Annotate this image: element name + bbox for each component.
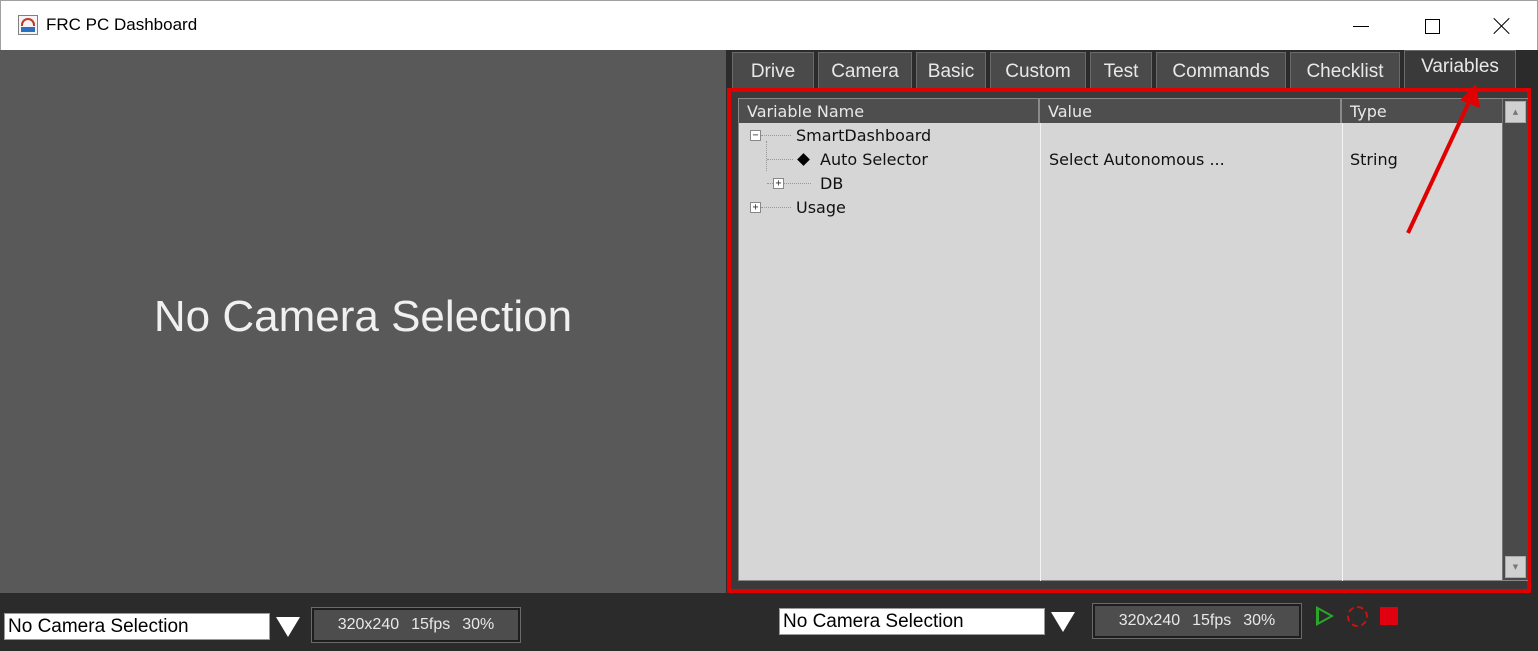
expand-icon[interactable]: +	[773, 178, 784, 189]
variable-type: String	[1350, 150, 1398, 169]
tab-basic[interactable]: Basic	[916, 52, 986, 90]
record-icon[interactable]	[1347, 606, 1368, 627]
app-icon	[18, 15, 38, 35]
leaf-diamond-icon	[797, 153, 810, 166]
table-header: Variable Name Value Type	[739, 99, 1502, 123]
column-header-name[interactable]: Variable Name	[739, 99, 1040, 123]
tree-row[interactable]: + Usage	[739, 195, 1502, 219]
dropdown-arrow-icon[interactable]	[276, 617, 300, 637]
tab-custom[interactable]: Custom	[990, 52, 1086, 90]
variable-name: SmartDashboard	[796, 126, 932, 145]
camera-settings-button-right[interactable]: 320x240 15fps 30%	[1092, 603, 1302, 639]
variable-value: Select Autonomous ...	[1049, 150, 1225, 169]
stop-icon[interactable]	[1380, 607, 1398, 625]
camera-select-right[interactable]: No Camera Selection	[779, 608, 1045, 635]
variable-name: Usage	[796, 198, 846, 217]
variable-name: DB	[820, 174, 844, 193]
camera-view-left: No Camera Selection	[0, 50, 726, 593]
tree-row[interactable]: + DB	[739, 171, 1502, 195]
minimize-button[interactable]	[1326, 1, 1396, 51]
tab-drive[interactable]: Drive	[732, 52, 814, 90]
tree-row[interactable]: − SmartDashboard	[739, 123, 1502, 147]
resolution-label: 320x240	[337, 616, 400, 633]
tab-test[interactable]: Test	[1090, 52, 1152, 90]
vertical-scrollbar[interactable]: ▲ ▼	[1502, 99, 1528, 580]
variable-name: Auto Selector	[820, 150, 928, 169]
maximize-button[interactable]	[1397, 1, 1467, 51]
fps-label: 15fps	[411, 616, 451, 633]
minimize-icon	[1353, 25, 1369, 27]
window-title: FRC PC Dashboard	[46, 15, 198, 34]
resolution-label: 320x240	[1118, 612, 1181, 629]
maximize-icon	[1424, 18, 1440, 34]
tab-commands[interactable]: Commands	[1156, 52, 1286, 90]
collapse-icon[interactable]: −	[750, 130, 761, 141]
column-header-value[interactable]: Value	[1040, 99, 1342, 123]
camera-settings-button-left[interactable]: 320x240 15fps 30%	[311, 607, 521, 643]
tab-camera[interactable]: Camera	[818, 52, 912, 90]
fps-label: 15fps	[1192, 612, 1232, 629]
tab-checklist[interactable]: Checklist	[1290, 52, 1400, 90]
camera-select-left[interactable]: No Camera Selection	[4, 613, 270, 640]
expand-icon[interactable]: +	[750, 202, 761, 213]
title-bar: FRC PC Dashboard	[0, 0, 1538, 50]
quality-label: 30%	[1243, 612, 1276, 629]
play-icon[interactable]	[1316, 606, 1334, 626]
tree-row[interactable]: Auto Selector Select Autonomous ... Stri…	[739, 147, 1502, 171]
camera-placeholder-text: No Camera Selection	[153, 291, 573, 341]
dropdown-arrow-icon[interactable]	[1051, 612, 1075, 632]
close-icon	[1493, 17, 1511, 35]
annotation-arrow-icon	[1406, 84, 1480, 234]
quality-label: 30%	[462, 616, 495, 633]
scroll-down-button[interactable]: ▼	[1505, 556, 1526, 578]
scroll-up-button[interactable]: ▲	[1505, 101, 1526, 123]
close-button[interactable]	[1467, 1, 1537, 51]
